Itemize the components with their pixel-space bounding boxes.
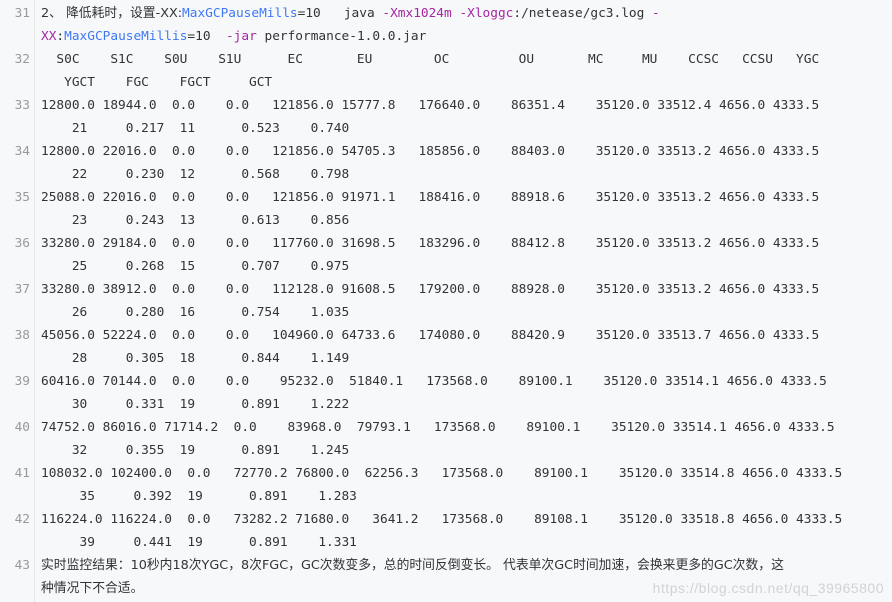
line-number: 40 (14, 420, 30, 435)
line-number: 35 (14, 190, 30, 205)
code-text: 74752.0 86016.0 71714.2 0.0 83968.0 7979… (41, 420, 835, 435)
code-text: 23 0.243 13 0.613 0.856 (41, 213, 350, 228)
code-text: 2、 降低耗时，设置-XX:MaxGCPauseMills=10 java -X… (41, 2, 660, 25)
code-text: 60416.0 70144.0 0.0 0.0 95232.0 51840.1 … (41, 374, 827, 389)
code-text: 26 0.280 16 0.754 1.035 (41, 305, 350, 320)
line-number: 38 (14, 328, 30, 343)
line-number: 43 (14, 558, 30, 573)
code-token: 2、 降低耗时，设置-XX: (41, 6, 183, 21)
code-token: :/netease/gc3.log (513, 6, 653, 21)
code-text: YGCT FGC FGCT GCT (41, 75, 273, 90)
code-text: 25088.0 22016.0 0.0 0.0 121856.0 91971.1… (41, 190, 820, 205)
code-text: 39 0.441 19 0.891 1.331 (41, 535, 357, 550)
line-number: 42 (14, 512, 30, 527)
code-text: 45056.0 52224.0 0.0 0.0 104960.0 64733.6… (41, 328, 820, 343)
watermark: https://blog.csdn.net/qq_39965800 (652, 580, 884, 596)
code-text: 种情况下不合适。 (41, 581, 144, 596)
line-number: 41 (14, 466, 30, 481)
code-token: -jar (225, 29, 257, 44)
code-token: : (56, 29, 65, 44)
code-text: 22 0.230 12 0.568 0.798 (41, 167, 350, 182)
line-number: 34 (14, 144, 30, 159)
code-token: performance-1.0.0.jar (256, 29, 427, 44)
code-text: 21 0.217 11 0.523 0.740 (41, 121, 350, 136)
code-token: =10 (187, 29, 226, 44)
line-number: 32 (14, 52, 30, 67)
code-token: XX (41, 29, 57, 44)
code-token: =10 java (297, 6, 383, 21)
code-token: - (652, 6, 660, 21)
code-token: -Xmx1024m -Xloggc (382, 6, 514, 21)
code-text: 116224.0 116224.0 0.0 73282.2 71680.0 36… (41, 512, 843, 527)
code-text: 108032.0 102400.0 0.0 72770.2 76800.0 62… (41, 466, 843, 481)
code-text: 28 0.305 18 0.844 1.149 (41, 351, 350, 366)
code-text: 25 0.268 15 0.707 0.975 (41, 259, 350, 274)
code-text: XX:MaxGCPauseMillis=10 -jar performance-… (41, 25, 426, 48)
line-number: 37 (14, 282, 30, 297)
code-text: 33280.0 38912.0 0.0 0.0 112128.0 91608.5… (41, 282, 820, 297)
code-text: 33280.0 29184.0 0.0 0.0 117760.0 31698.5… (41, 236, 820, 251)
code-text: 12800.0 22016.0 0.0 0.0 121856.0 54705.3… (41, 144, 820, 159)
code-text: 35 0.392 19 0.891 1.283 (41, 489, 357, 504)
line-number: 36 (14, 236, 30, 251)
line-number: 39 (14, 374, 30, 389)
code-block: 31 2、 降低耗时，设置-XX:MaxGCPauseMills=10 java … (0, 0, 892, 602)
code-text: 实时监控结果：10秒内18次YGC，8次FGC，GC次数变多，总的时间反倒变长。… (41, 558, 784, 573)
code-text: S0C S1C S0U S1U EC EU OC OU MC MU CCSC C… (41, 52, 820, 67)
code-text: 12800.0 18944.0 0.0 0.0 121856.0 15777.8… (41, 98, 820, 113)
line-number: 31 (14, 6, 30, 21)
line-number: 33 (14, 98, 30, 113)
code-token: MaxGCPauseMillis (64, 29, 188, 44)
code-text: 30 0.331 19 0.891 1.222 (41, 397, 350, 412)
code-text: 32 0.355 19 0.891 1.245 (41, 443, 350, 458)
code-token: MaxGCPauseMills (182, 6, 298, 21)
